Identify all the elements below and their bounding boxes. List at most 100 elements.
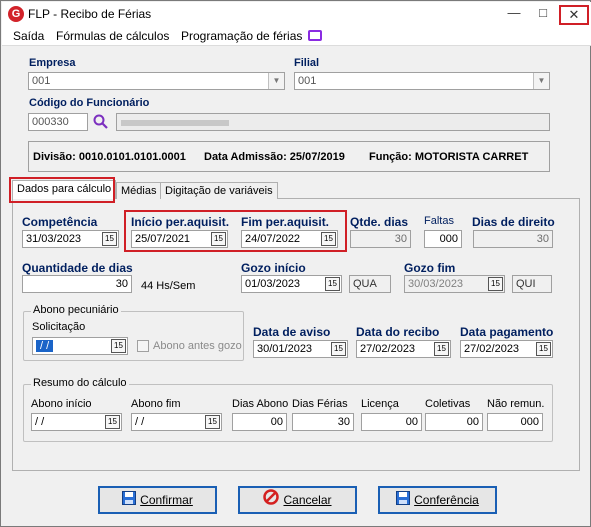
window-title: FLP - Recibo de Férias — [28, 7, 152, 21]
calendar-icon[interactable]: 15 — [102, 232, 117, 246]
abono-antes-gozo-checkbox[interactable] — [137, 340, 149, 352]
competencia-input[interactable]: 31/03/2023 15 — [22, 230, 119, 248]
funcionario-name-field — [116, 113, 550, 131]
solicitacao-input[interactable]: / / 15 — [32, 337, 128, 355]
gozo-fim-dia: QUI — [512, 275, 552, 293]
calendar-icon[interactable]: 15 — [536, 342, 551, 356]
gozo-inicio-value: 01/03/2023 — [245, 278, 301, 290]
tab-medias[interactable]: Médias — [116, 182, 162, 199]
empresa-select[interactable]: 001 ▼ — [28, 72, 285, 90]
calendar-icon[interactable]: 15 — [325, 277, 340, 291]
empresa-value: 001 — [32, 75, 51, 87]
solicitacao-value: / / — [36, 340, 54, 352]
qtde-dias-field: 30 — [350, 230, 411, 248]
confirmar-button[interactable]: Confirmar — [98, 486, 217, 514]
abono-antes-gozo-label: Abono antes gozo — [153, 340, 242, 352]
funcao-text: Função: MOTORISTA CARRET — [369, 151, 529, 163]
minimize-button[interactable]: — — [500, 2, 528, 24]
calendar-icon[interactable]: 15 — [111, 339, 126, 353]
qtd-dias-label: Quantidade de dias — [22, 261, 133, 275]
app-logo-icon: G — [8, 6, 24, 22]
maximize-button[interactable]: □ — [529, 2, 557, 24]
save-icon — [396, 489, 411, 513]
calendar-icon[interactable]: 15 — [434, 342, 449, 356]
chevron-down-icon[interactable]: ▼ — [268, 73, 284, 89]
qtd-dias-input[interactable]: 30 — [22, 275, 132, 293]
dias-direito-field: 30 — [473, 230, 553, 248]
abono-inicio-input[interactable]: / / 15 — [31, 413, 122, 431]
faltas-input[interactable]: 000 — [424, 230, 462, 248]
data-recibo-input[interactable]: 27/02/2023 15 — [356, 340, 451, 358]
tab-label: Médias — [121, 185, 157, 197]
abono-fim-value: / / — [135, 416, 145, 428]
data-pagamento-value: 27/02/2023 — [464, 343, 520, 355]
gozo-fim-value: 30/03/2023 — [408, 278, 464, 290]
filial-value: 001 — [298, 75, 317, 87]
data-aviso-label: Data de aviso — [253, 325, 331, 339]
competencia-value: 31/03/2023 — [26, 233, 82, 245]
competencia-label: Competência — [22, 215, 98, 229]
calendar-icon[interactable]: 15 — [211, 232, 226, 246]
cancelar-button[interactable]: Cancelar — [238, 486, 357, 514]
menu-formulas[interactable]: Fórmulas de cálculos — [56, 29, 169, 43]
tab-digitacao-variaveis[interactable]: Digitação de variáveis — [160, 182, 278, 199]
monitor-icon[interactable] — [308, 30, 322, 41]
menu-programacao[interactable]: Programação de férias — [181, 29, 302, 43]
empresa-label: Empresa — [29, 57, 76, 69]
abono-fim-input[interactable]: / / 15 — [131, 413, 222, 431]
funcionario-label: Código do Funcionário — [29, 97, 150, 109]
faltas-label: Faltas — [424, 215, 454, 227]
data-aviso-input[interactable]: 30/01/2023 15 — [253, 340, 348, 358]
coletivas-input[interactable]: 00 — [425, 413, 483, 431]
gozo-inicio-dia: QUA — [349, 275, 391, 293]
abono-fim-label: Abono fim — [131, 398, 181, 410]
divisao-text: Divisão: 0010.0101.0101.0001 — [33, 151, 186, 163]
menu-saida[interactable]: Saída — [13, 29, 44, 43]
inicio-label: Início per.aquisit. — [131, 215, 230, 229]
fim-label: Fim per.aquisit. — [241, 215, 330, 229]
filial-select[interactable]: 001 ▼ — [294, 72, 550, 90]
fim-value: 24/07/2022 — [245, 233, 301, 245]
dias-abono-input[interactable]: 00 — [232, 413, 287, 431]
cancelar-label: Cancelar — [283, 493, 332, 507]
data-pagamento-input[interactable]: 27/02/2023 15 — [460, 340, 553, 358]
licenca-input[interactable]: 00 — [361, 413, 422, 431]
abono-inicio-value: / / — [35, 416, 45, 428]
calendar-icon[interactable]: 15 — [105, 415, 120, 429]
dias-direito-label: Dias de direito — [472, 215, 555, 229]
search-icon[interactable] — [92, 113, 110, 131]
abono-group-title: Abono pecuniário — [31, 304, 121, 316]
calendar-icon[interactable]: 15 — [331, 342, 346, 356]
cancel-icon — [263, 489, 280, 513]
fim-aquisit-input[interactable]: 24/07/2022 15 — [241, 230, 338, 248]
dias-ferias-input[interactable]: 30 — [292, 413, 354, 431]
gozo-inicio-label: Gozo início — [241, 261, 306, 275]
nao-remun-input[interactable]: 000 — [487, 413, 543, 431]
close-button[interactable]: ✕ — [559, 5, 589, 25]
data-recibo-label: Data do recibo — [356, 325, 440, 339]
menu-bar: Saída Fórmulas de cálculos Programação d… — [2, 26, 591, 46]
abono-inicio-label: Abono início — [31, 398, 92, 410]
conferencia-label: Conferência — [414, 493, 479, 507]
chevron-down-icon[interactable]: ▼ — [533, 73, 549, 89]
resumo-group-title: Resumo do cálculo — [31, 377, 129, 389]
calendar-icon[interactable]: 15 — [488, 277, 503, 291]
employee-info-panel: Divisão: 0010.0101.0101.0001 Data Admiss… — [28, 141, 550, 172]
data-pagamento-label: Data pagamento — [460, 325, 554, 339]
funcionario-code-input[interactable]: 000330 — [28, 113, 88, 131]
dias-abono-label: Dias Abono — [232, 398, 289, 410]
gozo-inicio-input[interactable]: 01/03/2023 15 — [241, 275, 342, 293]
admissao-text: Data Admissão: 25/07/2019 — [204, 151, 345, 163]
save-icon — [122, 489, 137, 513]
inicio-aquisit-input[interactable]: 25/07/2021 15 — [131, 230, 228, 248]
hs-sem-text: 44 Hs/Sem — [141, 280, 196, 292]
calendar-icon[interactable]: 15 — [321, 232, 336, 246]
inicio-value: 25/07/2021 — [135, 233, 191, 245]
conferencia-button[interactable]: Conferência — [378, 486, 497, 514]
recibo-ferias-window: G FLP - Recibo de Férias — □ ✕ Saída Fór… — [0, 0, 591, 527]
data-aviso-value: 30/01/2023 — [257, 343, 313, 355]
filial-label: Filial — [294, 57, 320, 69]
calendar-icon[interactable]: 15 — [205, 415, 220, 429]
gozo-fim-input[interactable]: 30/03/2023 15 — [404, 275, 505, 293]
licenca-label: Licença — [361, 398, 399, 410]
